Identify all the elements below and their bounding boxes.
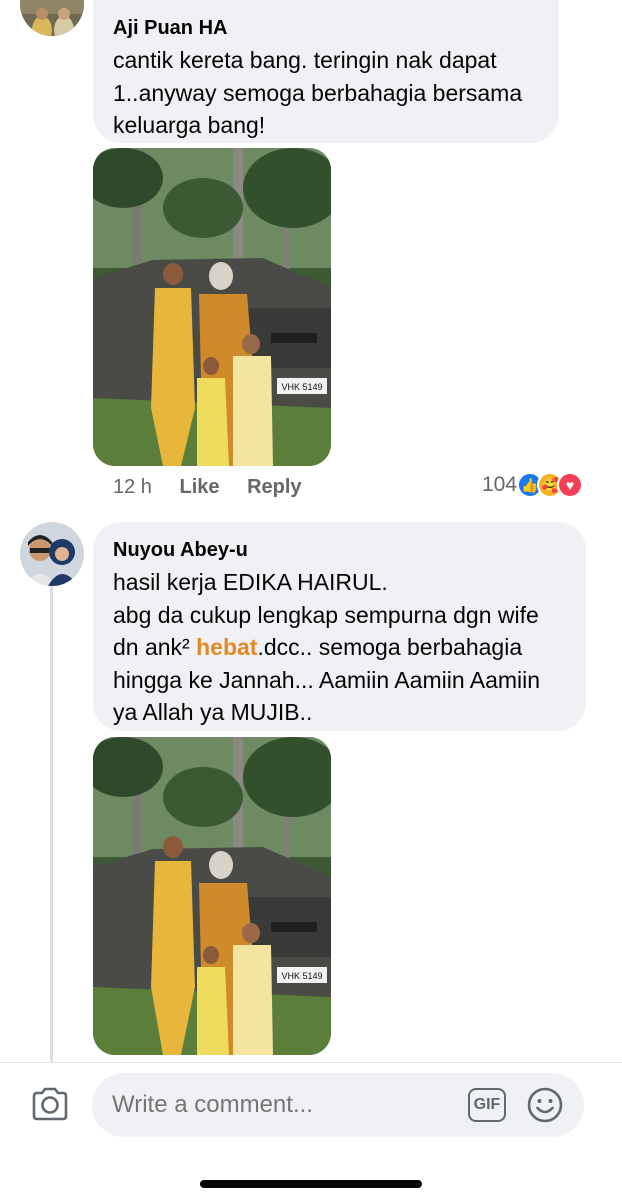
license-plate: VHK 5149 (281, 382, 322, 392)
comment-line: abg da cukup lengkap sempurna dgn wife (113, 601, 539, 628)
comment-time[interactable]: 12 h (113, 476, 152, 498)
license-plate: VHK 5149 (281, 971, 322, 981)
comment-line: hasil kerja EDIKA HAIRUL. (113, 569, 388, 595)
home-indicator[interactable] (200, 1180, 422, 1188)
avatar[interactable] (20, 0, 84, 36)
reaction-summary[interactable]: 104 👍 🥰 ♥ (482, 472, 584, 498)
comment-line-text: dn ank² (113, 634, 190, 660)
reply-button[interactable]: Reply (247, 476, 301, 498)
comment-bubble[interactable]: Nuyou Abey-u hasil kerja EDIKA HAIRUL. a… (93, 522, 586, 731)
comment-photo[interactable]: VHK 5149 (93, 737, 331, 1055)
comment-meta: 12 h Like Reply (113, 476, 302, 499)
comment-line: ya Allah ya MUJIB.. (113, 699, 313, 725)
avatar[interactable] (20, 522, 84, 586)
comment-input-box[interactable]: GIF (92, 1073, 584, 1137)
emoji-icon[interactable] (526, 1086, 564, 1124)
reaction-count: 104 (482, 473, 518, 496)
comment-text: hasil kerja EDIKA HAIRUL. abg da cukup l… (113, 566, 566, 729)
thread-line (50, 586, 53, 1062)
comment-line: dn ank² hebat.dcc.. semoga berbahagia (113, 631, 566, 664)
comment-line: hingga ke Jannah... Aamiin Aamiin Aamiin (113, 666, 541, 693)
gif-button[interactable]: GIF (468, 1088, 506, 1122)
comment-bubble[interactable]: Aji Puan HA cantik kereta bang. teringin… (93, 0, 559, 143)
comment-photo[interactable]: VHK 5149 (93, 148, 331, 466)
comment-text: cantik kereta bang. teringin nak dapat 1… (113, 47, 523, 138)
comment-author[interactable]: Aji Puan HA (113, 14, 539, 42)
comment-line-text: .dcc.. semoga berbahagia (257, 634, 523, 660)
camera-icon[interactable] (30, 1086, 70, 1122)
highlighted-word[interactable]: hebat (196, 634, 257, 660)
comment-author[interactable]: Nuyou Abey-u (113, 536, 566, 564)
like-button[interactable]: Like (180, 476, 220, 498)
love-icon: ♥ (557, 472, 584, 498)
comment-input[interactable] (112, 1091, 442, 1119)
